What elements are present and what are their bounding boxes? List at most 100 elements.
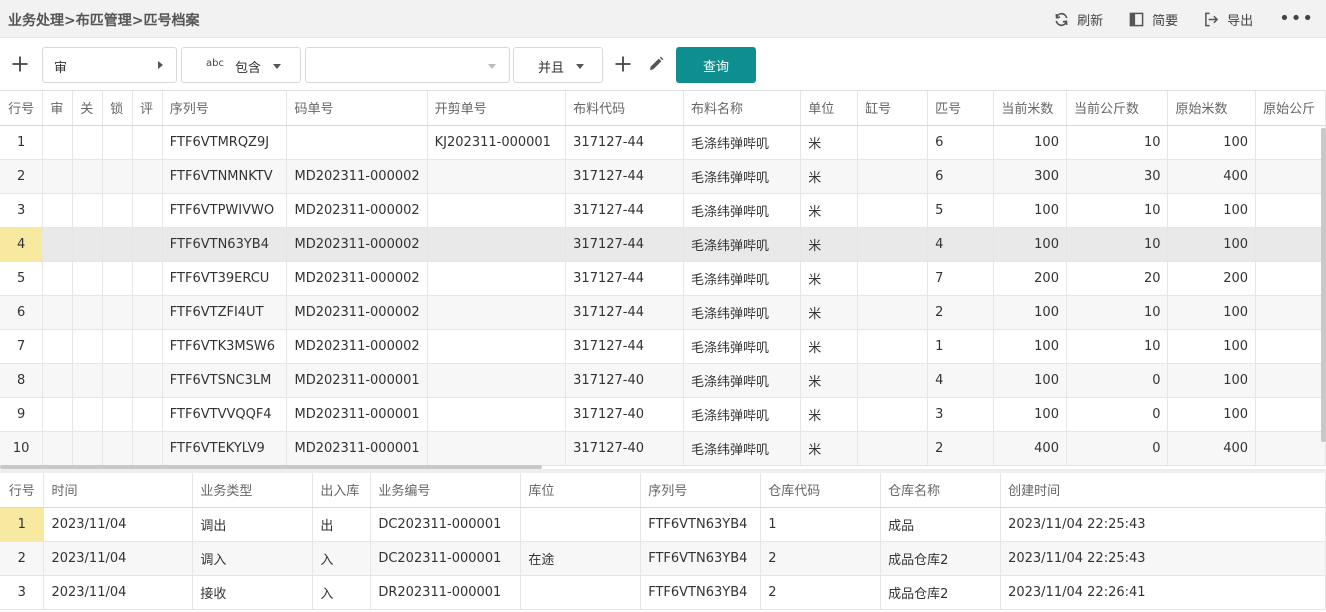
table-row[interactable]: 1 2023/11/04 调出出 DC202311-000001 FTF6VTN63YB…: [0, 507, 1326, 542]
table-cell: FTF6VTNMNKTV: [162, 159, 288, 194]
table-row[interactable]: 7 FTF6VTK3MSW6 MD202311-000002 317127-44 毛涤纬…: [0, 329, 1326, 364]
main-col-header[interactable]: 布料代码: [565, 91, 684, 126]
add-record-icon[interactable]: [11, 55, 29, 73]
table-cell: 米: [800, 431, 859, 466]
table-cell: 200: [993, 261, 1067, 296]
more-icon[interactable]: •••: [1279, 10, 1314, 28]
add-condition-icon[interactable]: [614, 55, 632, 73]
table-cell: 317127-44: [565, 125, 684, 160]
refresh-icon: [1055, 12, 1068, 26]
chevron-down-icon[interactable]: [488, 64, 496, 69]
main-col-header[interactable]: 审: [42, 91, 74, 126]
detail-col-header[interactable]: 业务类型: [192, 473, 314, 508]
main-col-header[interactable]: 当前公斤数: [1066, 91, 1169, 126]
query-button[interactable]: 查询: [676, 47, 756, 83]
table-cell: 毛涤纬弹哔叽: [683, 125, 802, 160]
table-cell: 100: [1167, 363, 1257, 398]
breadcrumb: 业务处理>布匹管理>匹号档案: [8, 13, 200, 29]
table-cell: [42, 363, 74, 398]
summary-label: 简要: [1152, 13, 1179, 29]
main-col-header[interactable]: 序列号: [162, 91, 288, 126]
filter-field-select[interactable]: 审: [42, 47, 177, 83]
main-table: 行号审关锁评序列号 码单号 开剪单号 布料代码 布料名称 单位 缸号 匹号 当前米数 当前公斤数原…: [0, 91, 1326, 466]
row-number: 1: [0, 507, 45, 542]
main-col-header[interactable]: 匹号: [927, 91, 995, 126]
table-row[interactable]: 3 2023/11/04 接收入 DR202311-000001 FTF6VTN63YB…: [0, 575, 1326, 610]
table-cell: 0: [1066, 363, 1169, 398]
table-row[interactable]: 2 2023/11/04 调入入 DC202311-000001 在途 FTF6VTN63…: [0, 541, 1326, 576]
row-number: 3: [0, 193, 44, 228]
table-cell: [42, 397, 74, 432]
table-cell: FTF6VTK3MSW6: [162, 329, 288, 364]
table-cell: 10: [1066, 227, 1169, 262]
table-row[interactable]: 9 FTF6VTVVQQF4 MD202311-000001 317127-40 毛涤纬…: [0, 397, 1326, 432]
main-grid: 行号审关锁评序列号 码单号 开剪单号 布料代码 布料名称 单位 缸号 匹号 当前米数 当前公斤数原…: [0, 91, 1326, 469]
table-cell: 317127-44: [565, 329, 684, 364]
detail-col-header[interactable]: 创建时间: [1000, 473, 1326, 508]
export-button[interactable]: 导出: [1204, 10, 1253, 29]
table-row[interactable]: 8 FTF6VTSNC3LM MD202311-000001 317127-40 毛涤纬…: [0, 363, 1326, 398]
filter-value-combo[interactable]: [305, 47, 510, 83]
table-row[interactable]: 3 FTF6VTPWIVWO MD202311-000002 317127-44 毛涤纬…: [0, 193, 1326, 228]
table-row[interactable]: 6 FTF6VTZFI4UT MD202311-000002 317127-44 毛涤纬…: [0, 295, 1326, 330]
main-col-header[interactable]: 锁: [102, 91, 133, 126]
table-cell: 100: [993, 193, 1067, 228]
table-cell: [102, 227, 133, 262]
table-cell: 毛涤纬弹哔叽: [683, 329, 802, 364]
table-cell: [427, 397, 567, 432]
main-col-header[interactable]: 布料名称: [683, 91, 802, 126]
main-col-header[interactable]: 单位: [800, 91, 859, 126]
table-row[interactable]: 10 FTF6VTEKYLV9 MD202311-000001 317127-40 毛涤…: [0, 431, 1326, 466]
detail-col-header[interactable]: 库位: [520, 473, 642, 508]
table-row[interactable]: 5 FTF6VT39ERCU MD202311-000002 317127-44 毛涤纬…: [0, 261, 1326, 296]
row-number: 2: [0, 541, 45, 576]
table-cell: 100: [1167, 125, 1257, 160]
main-col-header[interactable]: 行号: [0, 91, 44, 126]
table-cell: [1255, 397, 1326, 432]
main-col-header[interactable]: 当前米数: [993, 91, 1067, 126]
table-row[interactable]: 4 FTF6VTN63YB4 MD202311-000002 317127-44 毛涤纬…: [0, 227, 1326, 262]
table-cell: 400: [993, 431, 1067, 466]
edit-icon[interactable]: [648, 56, 664, 72]
detail-col-header[interactable]: 仓库名称: [880, 473, 1002, 508]
table-cell: 317127-44: [565, 227, 684, 262]
detail-col-header[interactable]: 时间: [43, 473, 194, 508]
table-cell: [520, 575, 642, 610]
detail-col-header[interactable]: 序列号: [640, 473, 762, 508]
table-cell: 毛涤纬弹哔叽: [683, 227, 802, 262]
table-cell: 米: [800, 159, 859, 194]
table-cell: [42, 261, 74, 296]
main-col-header[interactable]: 评: [132, 91, 163, 126]
table-cell: 6: [927, 125, 995, 160]
table-cell: 调出: [192, 507, 314, 542]
table-cell: [857, 159, 929, 194]
filter-logic-select[interactable]: 并且: [513, 47, 603, 83]
table-cell: FTF6VTEKYLV9: [162, 431, 288, 466]
main-vertical-scrollbar[interactable]: [1321, 128, 1326, 442]
main-col-header[interactable]: 码单号: [286, 91, 428, 126]
main-col-header[interactable]: 缸号: [857, 91, 929, 126]
table-cell: [72, 193, 104, 228]
table-cell: KJ202311-000001: [427, 125, 567, 160]
filter-value-input[interactable]: [307, 49, 477, 81]
table-row[interactable]: 2 FTF6VTNMNKTV MD202311-000002 317127-44 毛涤纬…: [0, 159, 1326, 194]
table-row[interactable]: 1 FTF6VTMRQZ9J KJ202311-000001 317127-44 毛涤纬…: [0, 125, 1326, 160]
detail-col-header[interactable]: 出入库: [312, 473, 372, 508]
main-col-header[interactable]: 原始公斤: [1255, 91, 1326, 126]
refresh-button[interactable]: 刷新: [1054, 10, 1103, 29]
detail-col-header[interactable]: 行号: [0, 473, 45, 508]
row-number: 8: [0, 363, 44, 398]
main-col-header[interactable]: 开剪单号: [427, 91, 567, 126]
table-cell: 成品: [880, 507, 1002, 542]
table-cell: 317127-44: [565, 261, 684, 296]
summary-button[interactable]: 简要: [1129, 10, 1178, 29]
table-cell: MD202311-000001: [286, 363, 428, 398]
table-cell: [102, 397, 133, 432]
main-col-header[interactable]: 关: [72, 91, 104, 126]
table-cell: 2023/11/04 22:26:41: [1000, 575, 1326, 610]
detail-col-header[interactable]: 业务编号: [370, 473, 522, 508]
filter-operator-select[interactable]: abc 包含: [181, 47, 301, 83]
detail-col-header[interactable]: 仓库代码: [760, 473, 882, 508]
table-cell: [72, 363, 104, 398]
main-col-header[interactable]: 原始米数: [1167, 91, 1257, 126]
